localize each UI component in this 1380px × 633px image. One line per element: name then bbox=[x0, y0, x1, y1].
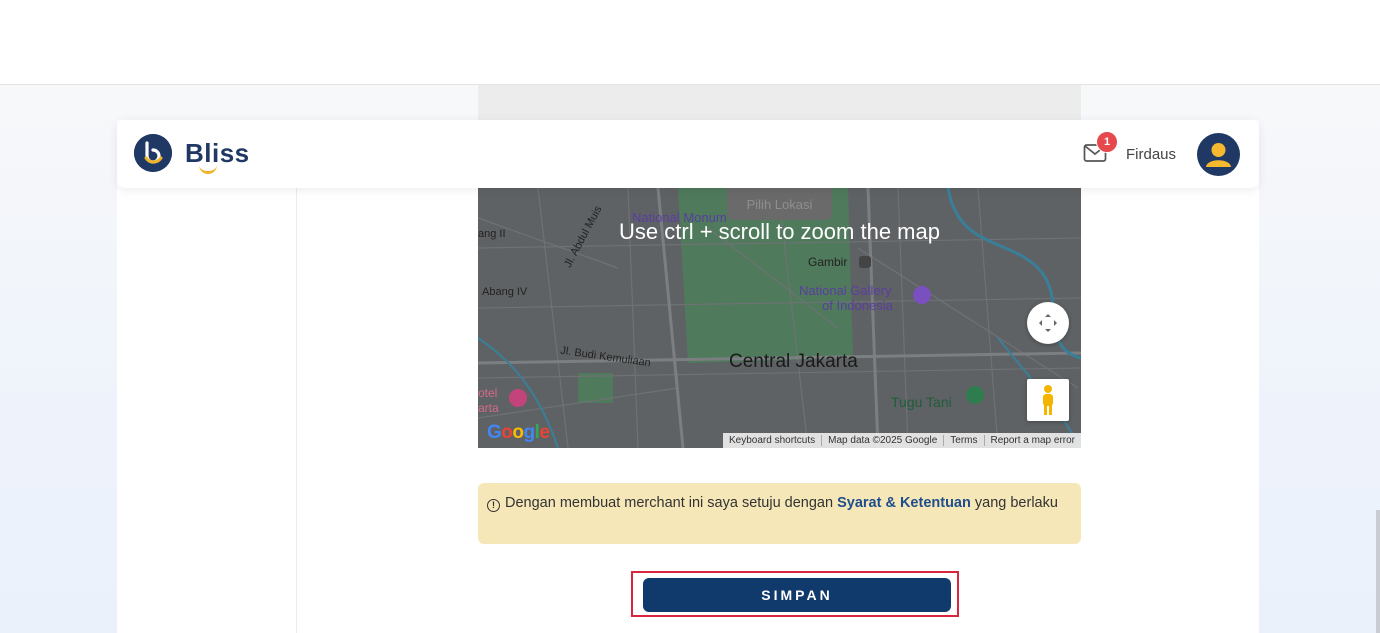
pick-location-label: Pilih Lokasi bbox=[727, 188, 832, 220]
location-map[interactable]: Pilih Lokasi National Monum ang II Gambi… bbox=[478, 188, 1081, 448]
keyboard-shortcuts-link[interactable]: Keyboard shortcuts bbox=[723, 435, 821, 446]
info-icon: ! bbox=[487, 499, 500, 512]
map-label-hotel: otel bbox=[478, 386, 498, 400]
map-label-hotel-2: arta bbox=[478, 401, 499, 415]
google-logo[interactable]: Google bbox=[487, 422, 550, 444]
app-header: Bliss 1 Firdaus bbox=[117, 120, 1259, 188]
report-map-error-link[interactable]: Report a map error bbox=[983, 435, 1081, 446]
map-zoom-hint: Use ctrl + scroll to zoom the map bbox=[619, 219, 940, 244]
street-view-pegman-button[interactable] bbox=[1027, 379, 1069, 421]
sidebar-divider bbox=[296, 188, 297, 633]
notification-badge[interactable]: 1 bbox=[1096, 131, 1118, 153]
brand-name: Bliss bbox=[185, 138, 250, 174]
save-button[interactable]: SIMPAN bbox=[643, 578, 951, 612]
logo-mark-icon bbox=[134, 134, 172, 172]
notice-text-before: Dengan membuat merchant ini saya setuju … bbox=[505, 495, 834, 511]
terms-link[interactable]: Terms bbox=[943, 435, 983, 446]
terms-notice: ! Dengan membuat merchant ini saya setuju… bbox=[478, 483, 1081, 544]
brand-logo[interactable]: Bliss bbox=[134, 134, 250, 174]
map-label-gambir: Gambir bbox=[808, 255, 848, 269]
map-attribution-bar: Keyboard shortcuts Map data ©2025 Google… bbox=[722, 433, 1081, 448]
pegman-icon bbox=[1043, 385, 1053, 415]
notice-text-after: yang berlaku bbox=[974, 495, 1058, 511]
gallery-pin-icon bbox=[913, 286, 931, 304]
map-label-of-indonesia: of Indonesia bbox=[822, 298, 893, 313]
page-scrollbar[interactable] bbox=[1376, 510, 1380, 633]
map-label-central-jakarta: Central Jakarta bbox=[729, 351, 858, 372]
map-top-strip bbox=[478, 85, 1081, 120]
map-label-abang-iv: Abang IV bbox=[482, 286, 528, 298]
map-label-national-gallery: National Gallery bbox=[799, 283, 892, 298]
map-data-text: Map data ©2025 Google bbox=[821, 435, 943, 446]
station-icon bbox=[859, 256, 871, 268]
hotel-pin-icon bbox=[509, 389, 527, 407]
user-name[interactable]: Firdaus bbox=[1126, 146, 1176, 163]
map-label-tugu-tani: Tugu Tani bbox=[891, 394, 952, 410]
terms-link[interactable]: Syarat & Ketentuan bbox=[837, 495, 971, 511]
browser-top-area bbox=[0, 0, 1380, 85]
user-avatar[interactable] bbox=[1197, 133, 1240, 176]
map-fullscreen-button[interactable] bbox=[1027, 302, 1069, 344]
move-arrows-icon bbox=[1039, 314, 1057, 332]
park-pin-icon bbox=[966, 386, 984, 404]
